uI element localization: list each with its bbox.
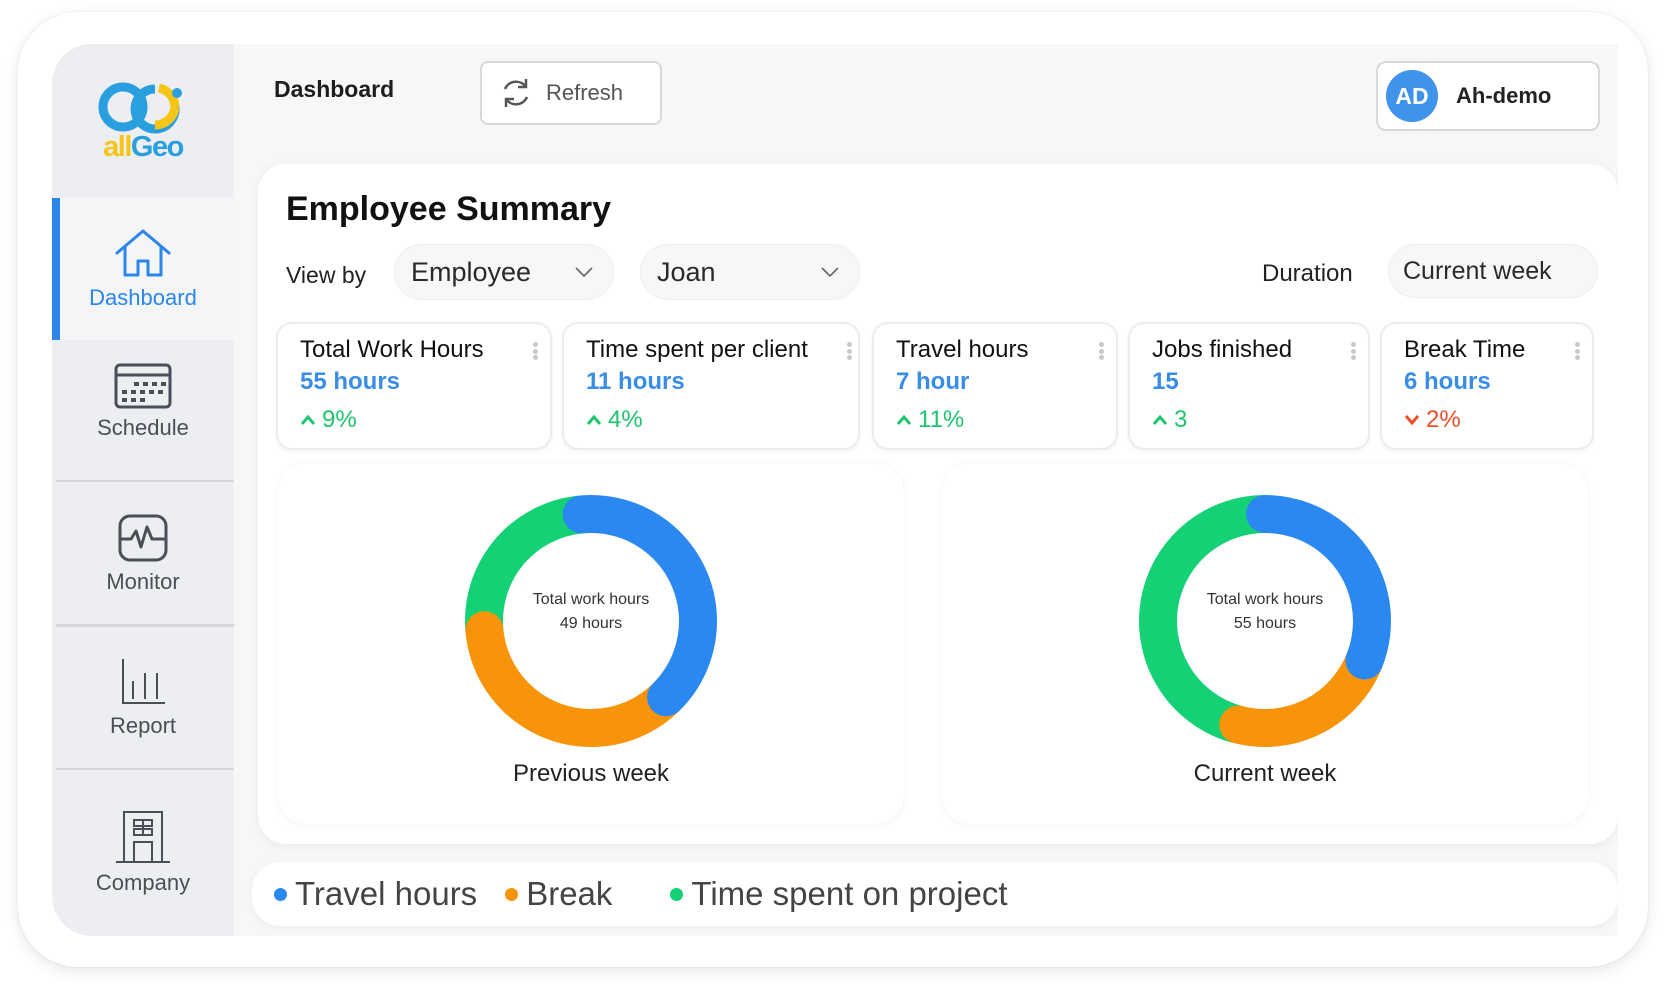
allgeo-logo[interactable]: allGeo <box>52 44 234 198</box>
home-icon <box>115 229 171 277</box>
stat-title: Total Work Hours <box>300 336 484 363</box>
stat-value: 15 <box>1152 368 1179 395</box>
stat-card-jobs-finished: Jobs finished 15 3 <box>1128 322 1370 450</box>
legend-label: Time spent on project <box>691 875 1008 912</box>
refresh-button[interactable]: Refresh <box>480 61 662 125</box>
arrow-up-icon <box>1152 414 1168 425</box>
calendar-icon <box>114 363 172 409</box>
page-title: Dashboard <box>274 76 395 102</box>
activity-monitor-icon <box>118 514 168 562</box>
view-by-label: View by <box>286 262 367 288</box>
refresh-label: Refresh <box>546 80 624 105</box>
chart-center-label: Total work hours 49 hours <box>278 588 904 636</box>
view-by-select[interactable]: Employee <box>394 244 614 300</box>
center-value: 55 hours <box>1233 615 1297 632</box>
app: allGeo Dashboard Schedule Monitor Report… <box>52 44 1618 936</box>
chart-caption: Previous week <box>512 760 670 787</box>
sidebar-item-dashboard[interactable]: Dashboard <box>52 198 234 340</box>
stat-title: Break Time <box>1404 336 1526 363</box>
sidebar-item-label: Dashboard <box>89 285 197 310</box>
duration-select[interactable]: Current week <box>1388 244 1598 298</box>
sidebar-item-monitor[interactable]: Monitor <box>52 484 234 624</box>
center-label: Total work hours <box>1206 591 1324 608</box>
legend-dot <box>505 887 519 901</box>
sidebar-divider <box>56 624 234 627</box>
sidebar: allGeo Dashboard Schedule Monitor Report… <box>52 44 234 936</box>
sidebar-item-company[interactable]: Company <box>52 770 234 936</box>
refresh-icon <box>503 79 529 107</box>
stat-card-travel-hours: Travel hours 7 hour 11% <box>872 322 1118 450</box>
chart-caption: Current week <box>1193 760 1337 787</box>
stat-change: 9% <box>300 406 550 434</box>
user-name: Ah-demo <box>1456 83 1552 108</box>
chevron-down-icon <box>821 267 839 277</box>
legend-item-break: Break <box>505 875 612 913</box>
arrow-up-icon <box>896 414 912 425</box>
chart-center-label: Total work hours 55 hours <box>942 588 1588 636</box>
more-options-icon[interactable] <box>1350 342 1356 360</box>
sidebar-item-report[interactable]: Report <box>52 628 234 768</box>
stat-change: 3 <box>1152 406 1368 434</box>
legend-item-project: Time spent on project <box>670 875 1008 913</box>
stat-change-value: 3 <box>1174 406 1188 433</box>
stat-change-value: 4% <box>608 406 643 433</box>
duration-value: Current week <box>1403 256 1552 285</box>
center-label: Total work hours <box>532 591 650 608</box>
sidebar-item-label: Monitor <box>106 569 180 594</box>
stat-value: 55 hours <box>300 368 401 395</box>
stat-value: 7 hour <box>896 368 970 395</box>
arrow-up-icon <box>300 414 316 425</box>
summary-title: Employee Summary <box>286 190 612 228</box>
stat-change: 4% <box>586 406 858 434</box>
sidebar-divider <box>56 480 234 482</box>
legend-label: Travel hours <box>295 875 478 912</box>
stat-change-value: 9% <box>322 406 357 433</box>
more-options-icon[interactable] <box>1098 342 1104 360</box>
stat-change-value: 11% <box>918 406 965 433</box>
sidebar-item-label: Report <box>109 713 177 738</box>
legend-label: Break <box>526 875 613 912</box>
more-options-icon[interactable] <box>1574 342 1580 360</box>
chart-legend: Travel hours Break Time spent on project <box>252 862 1618 926</box>
logo-icon <box>98 82 182 133</box>
stat-title: Jobs finished <box>1152 336 1293 363</box>
stat-change: 11% <box>896 406 1116 434</box>
more-options-icon[interactable] <box>846 342 852 360</box>
employee-select[interactable]: Joan <box>640 244 860 300</box>
chevron-down-icon <box>575 267 593 277</box>
chart-card-current-week: Total work hours 55 hours Current week <box>942 464 1588 824</box>
stat-card-total-work-hours: Total Work Hours 55 hours 9% <box>276 322 552 450</box>
arrow-up-icon <box>586 414 602 425</box>
stat-change: 2% <box>1404 406 1592 434</box>
duration-label: Duration <box>1262 260 1353 287</box>
employee-summary-card: Employee Summary View by Employee Joan D… <box>258 164 1618 844</box>
sidebar-item-label: Company <box>95 870 191 895</box>
legend-dot <box>274 887 287 901</box>
employee-value: Joan <box>657 256 716 287</box>
view-by-value: Employee <box>411 256 532 287</box>
legend-dot <box>670 887 684 901</box>
stat-value: 6 hours <box>1404 368 1491 395</box>
legend-item-travel: Travel hours <box>274 875 477 913</box>
arrow-down-icon <box>1404 415 1420 426</box>
stat-title: Time spent per client <box>586 336 808 363</box>
sidebar-item-label: Schedule <box>97 415 189 440</box>
stat-change-value: 2% <box>1426 406 1461 433</box>
stat-title: Travel hours <box>896 336 1029 363</box>
avatar: AD <box>1386 70 1438 122</box>
sidebar-item-schedule[interactable]: Schedule <box>52 340 234 464</box>
bar-chart-icon <box>122 659 165 704</box>
user-menu-button[interactable]: AD Ah-demo <box>1376 61 1600 131</box>
logo-text: allGeo <box>103 130 184 163</box>
stat-card-time-per-client: Time spent per client 11 hours 4% <box>562 322 860 450</box>
center-value: 49 hours <box>559 615 623 632</box>
chart-card-previous-week: Total work hours 49 hours Previous week <box>278 464 904 824</box>
building-icon <box>116 811 170 863</box>
more-options-icon[interactable] <box>532 342 538 360</box>
stat-value: 11 hours <box>586 368 685 395</box>
stat-card-break-time: Break Time 6 hours 2% <box>1380 322 1594 450</box>
